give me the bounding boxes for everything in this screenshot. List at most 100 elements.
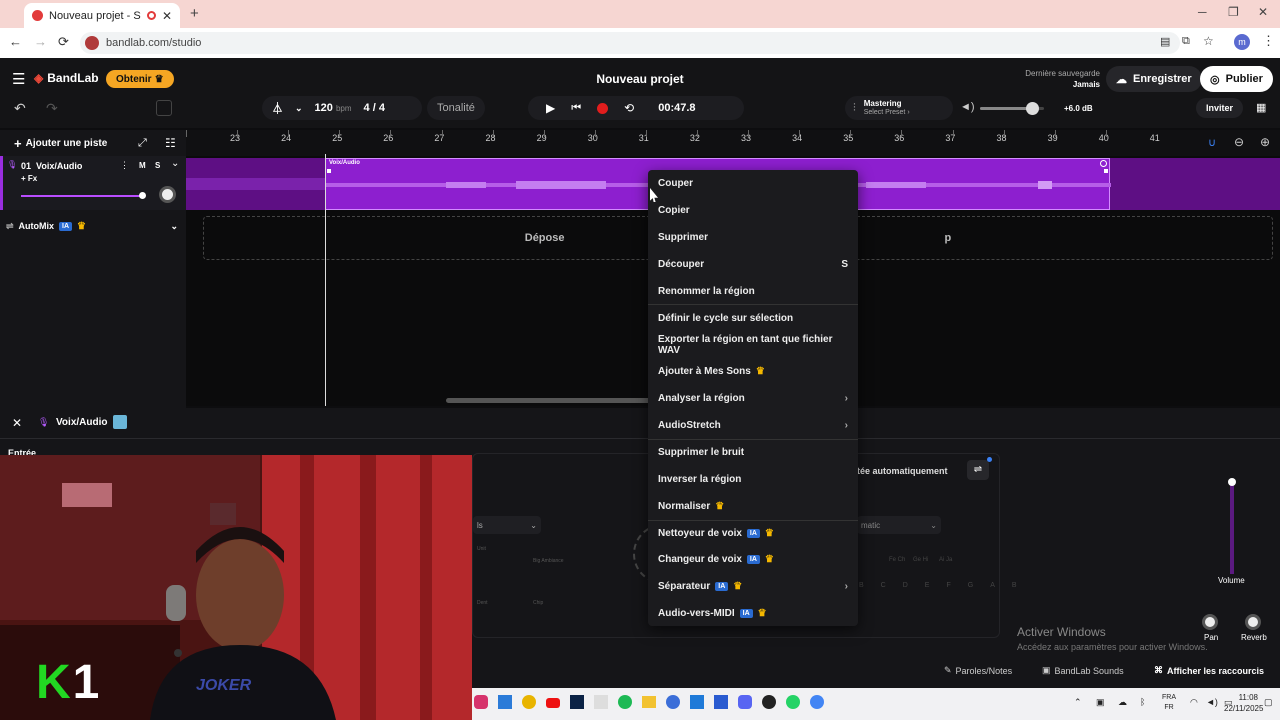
note-key[interactable]: C <box>881 582 886 589</box>
volume-fader-knob[interactable] <box>1228 478 1236 486</box>
fx-button[interactable]: + Fx <box>21 174 37 183</box>
automix-row[interactable]: ⇌ AutoMix IA ♛ ⌄ <box>0 218 186 234</box>
track-volume-slider[interactable] <box>21 192 146 199</box>
context-menu-item[interactable]: Renommer la région <box>648 278 858 305</box>
notification-icon[interactable]: ▢ <box>1264 697 1273 708</box>
microsoft-store-icon[interactable] <box>498 695 512 709</box>
note-key[interactable]: A <box>990 582 995 589</box>
new-tab-icon[interactable]: + <box>190 5 199 22</box>
auto-pitch-toggle[interactable]: tée automatiquement <box>857 462 948 480</box>
tray-chevron-icon[interactable]: ⌃ <box>1074 697 1082 708</box>
context-menu-item[interactable]: Ajouter à Mes Sons ♛ <box>648 358 858 385</box>
region-handle-right[interactable] <box>1104 169 1108 173</box>
note-key[interactable]: F <box>946 582 950 589</box>
mute-button[interactable]: M <box>139 161 146 170</box>
note-key[interactable]: G <box>968 582 973 589</box>
note-key[interactable]: B <box>1012 582 1017 589</box>
effect-button-dent[interactable]: Dent <box>477 600 488 606</box>
save-button[interactable]: ☁ Enregistrer <box>1106 66 1202 92</box>
publish-button[interactable]: ◎ Publier <box>1200 66 1273 92</box>
magnet-snap-icon[interactable]: ∪ <box>1208 136 1216 149</box>
get-membership-button[interactable]: Obtenir ♛ <box>106 70 174 88</box>
close-tab-icon[interactable]: ✕ <box>162 9 172 23</box>
instagram-icon[interactable] <box>474 695 488 709</box>
time-signature[interactable]: 4 / 4 <box>364 102 385 114</box>
timeline-ruler[interactable]: 23 24 25 26 27 28 29 30 31 32 33 34 35 36 37 38 39 40 41 ∪… <box>186 130 1280 156</box>
context-menu-item[interactable]: Normaliser ♛ <box>648 493 858 520</box>
browser-tab[interactable]: Nouveau projet - Studio ✕ <box>24 3 180 28</box>
profile-avatar[interactable]: m <box>1234 34 1250 50</box>
chrome-active-icon[interactable] <box>810 695 824 709</box>
context-menu-item[interactable]: AudioStretch › <box>648 412 858 439</box>
tray-app-icon[interactable]: ▣ <box>1096 697 1105 708</box>
loop-icon[interactable]: ⟲ <box>624 101 634 115</box>
tray-bluetooth-icon[interactable]: ᛒ <box>1140 697 1145 707</box>
context-menu-item[interactable]: Changeur de voix IA ♛ <box>648 546 858 573</box>
solo-button[interactable]: S <box>155 161 160 170</box>
discord-icon[interactable] <box>738 695 752 709</box>
add-track-button[interactable]: + Ajouter une piste <box>14 136 107 151</box>
file-icon[interactable] <box>594 695 608 709</box>
context-menu-item[interactable]: Nettoyeur de voix IA ♛ <box>648 519 858 547</box>
chevron-down-icon[interactable]: ⌄ <box>295 103 303 114</box>
preset-dropdown[interactable]: matic ⌄ <box>857 516 941 534</box>
skip-back-icon[interactable]: ⏮ <box>571 102 581 115</box>
bookmark-star-icon[interactable]: ☆ <box>1203 34 1214 48</box>
github-icon[interactable] <box>762 695 776 709</box>
context-menu-item[interactable]: Découper S <box>648 251 858 278</box>
automation-icon[interactable]: ⤢ <box>138 137 147 150</box>
maximize-window-icon[interactable]: ❐ <box>1228 5 1239 19</box>
context-menu-item[interactable]: Définir le cycle sur sélection <box>648 304 858 331</box>
url-field[interactable]: bandlab.com/studio <box>80 32 1180 54</box>
play-icon[interactable]: ▶ <box>546 101 555 115</box>
file-explorer-icon[interactable] <box>642 696 656 708</box>
wifi-icon[interactable]: ◠ <box>1190 697 1198 708</box>
browser-menu-icon[interactable]: ⋮ <box>1262 33 1275 49</box>
context-menu-item[interactable]: Exporter la région en tant que fichier W… <box>648 331 858 358</box>
reload-icon[interactable]: ⟳ <box>58 34 69 50</box>
install-app-icon[interactable]: ⧉ <box>1182 35 1190 48</box>
region-handle-left[interactable] <box>327 169 331 173</box>
invite-button[interactable]: Inviter <box>1196 98 1244 118</box>
blue-app-icon[interactable] <box>714 695 728 709</box>
region-loop-handle[interactable] <box>1100 160 1107 167</box>
panel-settings-icon[interactable]: ⇌ <box>967 460 989 480</box>
select-dropdown[interactable]: ls ⌄ <box>473 516 541 534</box>
lyrics-panel-icon[interactable] <box>156 100 172 116</box>
effect-button-big-ambiance[interactable]: Big Ambiance <box>533 558 564 564</box>
context-menu-item[interactable]: Copier <box>648 197 858 224</box>
volume-fader[interactable] <box>1228 478 1236 574</box>
context-menu-item[interactable]: Analyser la région › <box>648 385 858 412</box>
forward-icon[interactable]: → <box>34 34 47 49</box>
note-key[interactable]: D <box>903 582 908 589</box>
speaker-icon[interactable]: ◄) <box>960 101 975 113</box>
mastering-button[interactable]: ⫶ Mastering Select Preset › <box>845 96 953 120</box>
show-shortcuts-button[interactable]: ⌘ Afficher les raccourcis <box>1154 665 1264 676</box>
calendar-icon[interactable]: ▦ <box>1256 101 1266 114</box>
context-menu-item[interactable]: Inverser la région <box>648 466 858 493</box>
spotify-icon[interactable] <box>618 695 632 709</box>
tray-cloud-icon[interactable]: ☁ <box>1118 697 1127 708</box>
reading-list-icon[interactable]: ▤ <box>1160 35 1170 48</box>
zoom-out-icon[interactable]: ⊖ <box>1234 135 1244 149</box>
redo-icon[interactable]: ↷ <box>46 100 58 117</box>
context-menu-item[interactable]: Supprimer le bruit <box>648 438 858 466</box>
note-ge-hi[interactable]: Ge Hi <box>913 557 928 563</box>
minimize-window-icon[interactable]: ─ <box>1198 5 1207 19</box>
track-name[interactable]: 01 Voix/Audio <box>21 161 82 171</box>
clock[interactable]: 11:08 22/11/2025 <box>1224 692 1263 714</box>
context-menu-item[interactable]: Séparateur IA ♛ › <box>648 573 858 600</box>
master-volume-slider[interactable] <box>980 102 1044 115</box>
master-volume-knob[interactable] <box>1026 102 1040 115</box>
whatsapp-icon[interactable] <box>786 695 800 709</box>
track-expand-chevron-icon[interactable]: ⌄ <box>171 158 179 169</box>
project-title[interactable]: Nouveau projet <box>570 72 710 86</box>
note-key[interactable]: B <box>859 582 864 589</box>
zoom-in-icon[interactable]: ⊕ <box>1260 135 1270 149</box>
app-icon[interactable] <box>666 695 680 709</box>
close-panel-icon[interactable]: ✕ <box>12 416 22 430</box>
horizontal-scrollbar[interactable] <box>446 398 666 403</box>
hamburger-menu-icon[interactable]: ☰ <box>12 70 25 88</box>
record-icon[interactable] <box>597 102 609 114</box>
playhead[interactable] <box>325 154 326 406</box>
